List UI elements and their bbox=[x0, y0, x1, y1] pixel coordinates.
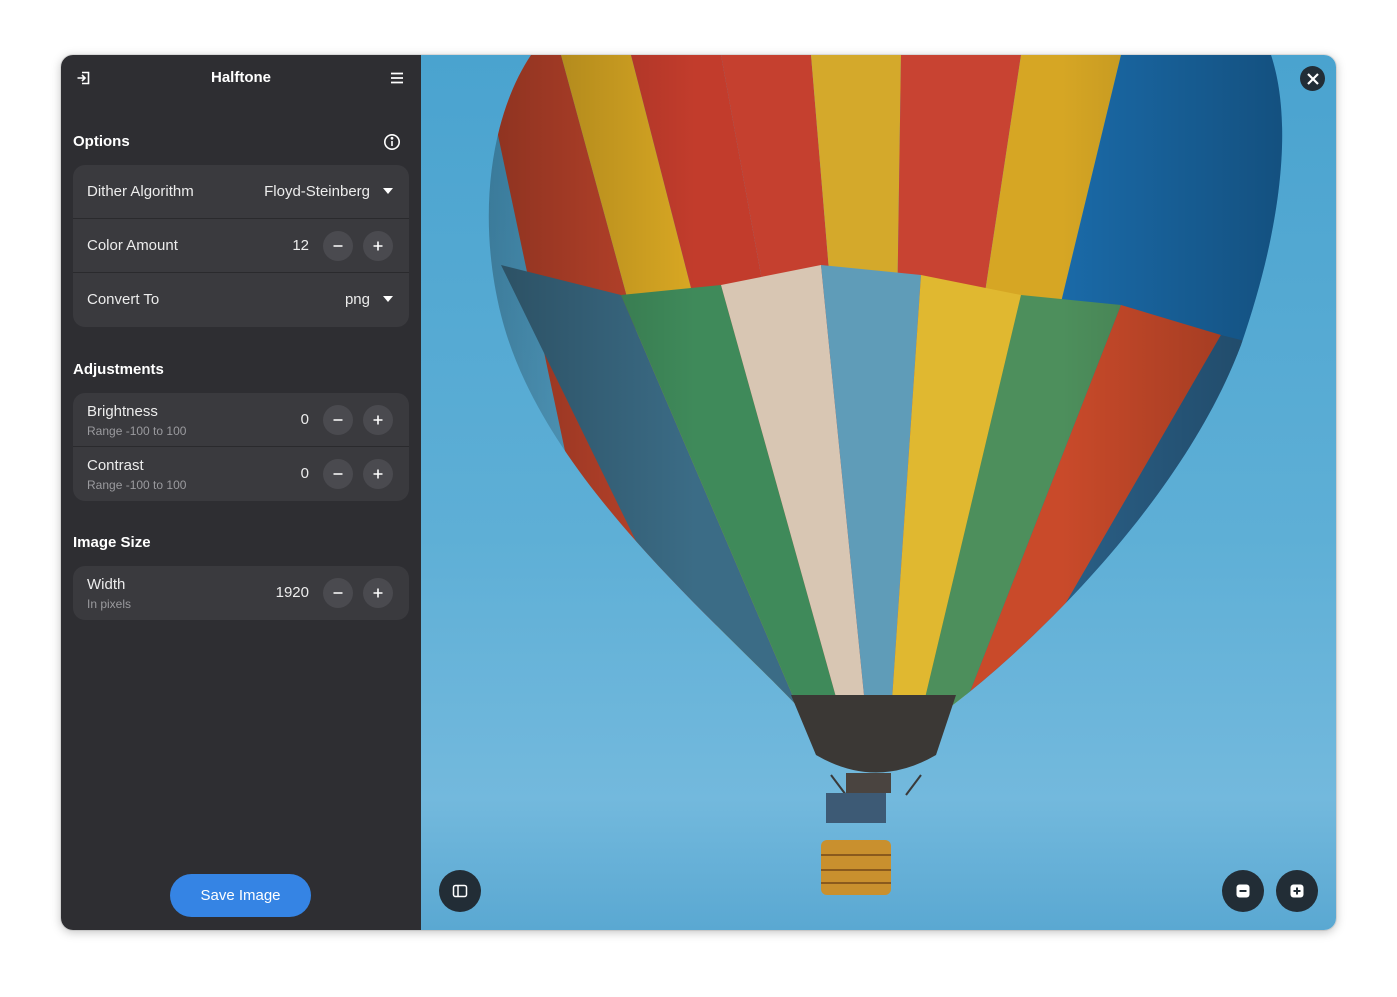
sidebar: Halftone Options Dither Algorithm Floyd-… bbox=[61, 55, 421, 930]
zoom-in-icon bbox=[1290, 884, 1304, 898]
main-menu-button[interactable] bbox=[381, 62, 413, 94]
width-row: Width In pixels 1920 bbox=[73, 566, 409, 620]
options-section-title: Options bbox=[73, 133, 130, 150]
dither-algorithm-value[interactable]: Floyd-Steinberg bbox=[264, 183, 370, 200]
color-amount-decrease-button[interactable] bbox=[323, 231, 353, 261]
width-decrease-button[interactable] bbox=[323, 578, 353, 608]
window-title: Halftone bbox=[211, 69, 271, 86]
convert-to-row[interactable]: Convert To png bbox=[73, 273, 409, 327]
hamburger-menu-icon bbox=[391, 72, 403, 84]
color-amount-label: Color Amount bbox=[87, 237, 178, 254]
color-amount-increase-button[interactable] bbox=[363, 231, 393, 261]
dropdown-arrow-icon[interactable] bbox=[383, 188, 393, 194]
zoom-out-button[interactable] bbox=[1222, 870, 1264, 912]
sidebar-toggle-icon bbox=[452, 884, 468, 898]
contrast-decrease-button[interactable] bbox=[323, 459, 353, 489]
brightness-value[interactable]: 0 bbox=[301, 411, 309, 428]
dropdown-arrow-icon[interactable] bbox=[383, 296, 393, 302]
contrast-range: Range -100 to 100 bbox=[87, 478, 187, 492]
plus-icon bbox=[373, 415, 383, 425]
plus-icon bbox=[373, 588, 383, 598]
color-amount-value[interactable]: 12 bbox=[292, 237, 309, 254]
toggle-sidebar-button[interactable] bbox=[439, 870, 481, 912]
close-window-button[interactable] bbox=[1300, 66, 1325, 91]
contrast-label: Contrast bbox=[87, 457, 144, 474]
brightness-label: Brightness bbox=[87, 403, 158, 420]
width-label: Width bbox=[87, 576, 126, 593]
brightness-row: Brightness Range -100 to 100 0 bbox=[73, 393, 409, 447]
sidebar-headerbar: Halftone bbox=[61, 55, 421, 101]
adjustments-group: Brightness Range -100 to 100 0 Contrast … bbox=[73, 393, 409, 501]
app-window: Halftone Options Dither Algorithm Floyd-… bbox=[61, 55, 1336, 930]
minus-icon bbox=[333, 419, 343, 421]
save-image-button[interactable]: Save Image bbox=[170, 874, 311, 917]
options-group: Dither Algorithm Floyd-Steinberg Color A… bbox=[73, 165, 409, 327]
plus-icon bbox=[373, 469, 383, 479]
info-button[interactable] bbox=[376, 126, 408, 158]
contrast-value[interactable]: 0 bbox=[301, 465, 309, 482]
dither-algorithm-row[interactable]: Dither Algorithm Floyd-Steinberg bbox=[73, 165, 409, 219]
info-icon bbox=[384, 134, 400, 150]
convert-to-value[interactable]: png bbox=[345, 291, 370, 308]
width-value[interactable]: 1920 bbox=[276, 584, 309, 601]
convert-to-label: Convert To bbox=[87, 291, 160, 308]
dithered-image-preview bbox=[488, 55, 1283, 895]
dither-algorithm-label: Dither Algorithm bbox=[87, 183, 194, 200]
close-icon bbox=[1306, 72, 1319, 85]
zoom-out-icon bbox=[1236, 884, 1250, 898]
zoom-in-button[interactable] bbox=[1276, 870, 1318, 912]
brightness-decrease-button[interactable] bbox=[323, 405, 353, 435]
image-size-section-title: Image Size bbox=[73, 534, 151, 551]
image-preview-area bbox=[421, 55, 1336, 930]
brightness-increase-button[interactable] bbox=[363, 405, 393, 435]
color-amount-row: Color Amount 12 bbox=[73, 219, 409, 273]
image-size-group: Width In pixels 1920 bbox=[73, 566, 409, 620]
contrast-increase-button[interactable] bbox=[363, 459, 393, 489]
contrast-row: Contrast Range -100 to 100 0 bbox=[73, 447, 409, 501]
minus-icon bbox=[333, 245, 343, 247]
plus-icon bbox=[373, 241, 383, 251]
minus-icon bbox=[333, 592, 343, 594]
width-unit: In pixels bbox=[87, 597, 132, 611]
brightness-range: Range -100 to 100 bbox=[87, 424, 187, 438]
width-increase-button[interactable] bbox=[363, 578, 393, 608]
minus-icon bbox=[333, 473, 343, 475]
adjustments-section-title: Adjustments bbox=[73, 361, 164, 378]
